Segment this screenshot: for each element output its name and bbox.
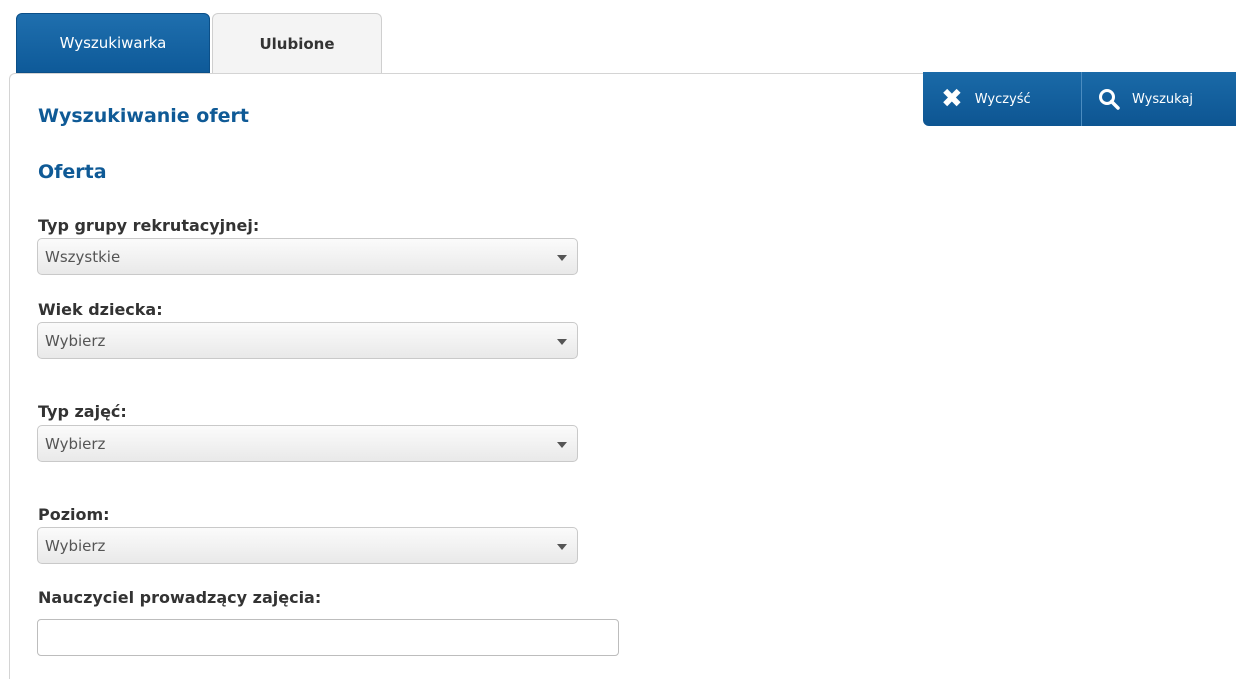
tab-search[interactable]: Wyszukiwarka [16,13,210,73]
chevron-down-icon [557,339,567,345]
class-type-value: Wybierz [45,435,106,453]
class-type-label: Typ zajęć: [38,402,127,421]
teacher-input[interactable] [37,619,619,656]
chevron-down-icon [557,255,567,261]
section-title: Oferta [38,161,107,183]
child-age-select[interactable]: Wybierz [37,322,578,359]
clear-button-label: Wyczyść [974,91,1031,107]
chevron-down-icon [557,442,567,448]
chevron-down-icon [557,544,567,550]
page-title: Wyszukiwanie ofert [38,105,249,127]
tab-bar: Wyszukiwarka Ulubione [16,13,382,73]
search-button[interactable]: Wyszukaj [1082,72,1193,126]
group-type-value: Wszystkie [45,248,121,266]
search-button-label: Wyszukaj [1132,91,1194,107]
tab-favorites[interactable]: Ulubione [212,13,382,73]
teacher-label: Nauczyciel prowadzący zajęcia: [38,588,322,607]
level-select[interactable]: Wybierz [37,527,578,564]
class-type-select[interactable]: Wybierz [37,425,578,462]
level-label: Poziom: [38,505,110,524]
action-toolbar: ✖ Wyczyść Wyszukaj [923,72,1236,126]
clear-button[interactable]: ✖ Wyczyść [923,72,1082,126]
child-age-label: Wiek dziecka: [38,300,163,319]
close-icon: ✖ [941,84,963,114]
app-root: Wyszukiwarka Ulubione ✖ Wyczyść Wyszukaj… [0,0,1236,679]
level-value: Wybierz [45,537,106,555]
group-type-label: Typ grupy rekrutacyjnej: [38,216,260,235]
group-type-select[interactable]: Wszystkie [37,238,578,275]
search-icon [1098,88,1120,110]
child-age-value: Wybierz [45,332,106,350]
